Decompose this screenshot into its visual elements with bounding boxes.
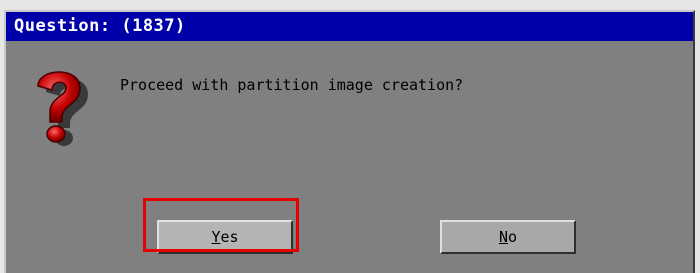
yes-label-rest: es — [220, 228, 239, 246]
dialog-title-bar: Question: (1837) — [6, 12, 693, 41]
no-button[interactable]: No — [440, 220, 576, 254]
dialog-message: Proceed with partition image creation? — [120, 76, 464, 94]
question-dialog: Question: (1837) Proceed with partition … — [4, 10, 695, 273]
no-label-rest: o — [508, 228, 518, 246]
yes-button[interactable]: Yes — [157, 220, 293, 254]
no-mnemonic: N — [498, 228, 508, 246]
question-mark-icon — [37, 71, 88, 146]
